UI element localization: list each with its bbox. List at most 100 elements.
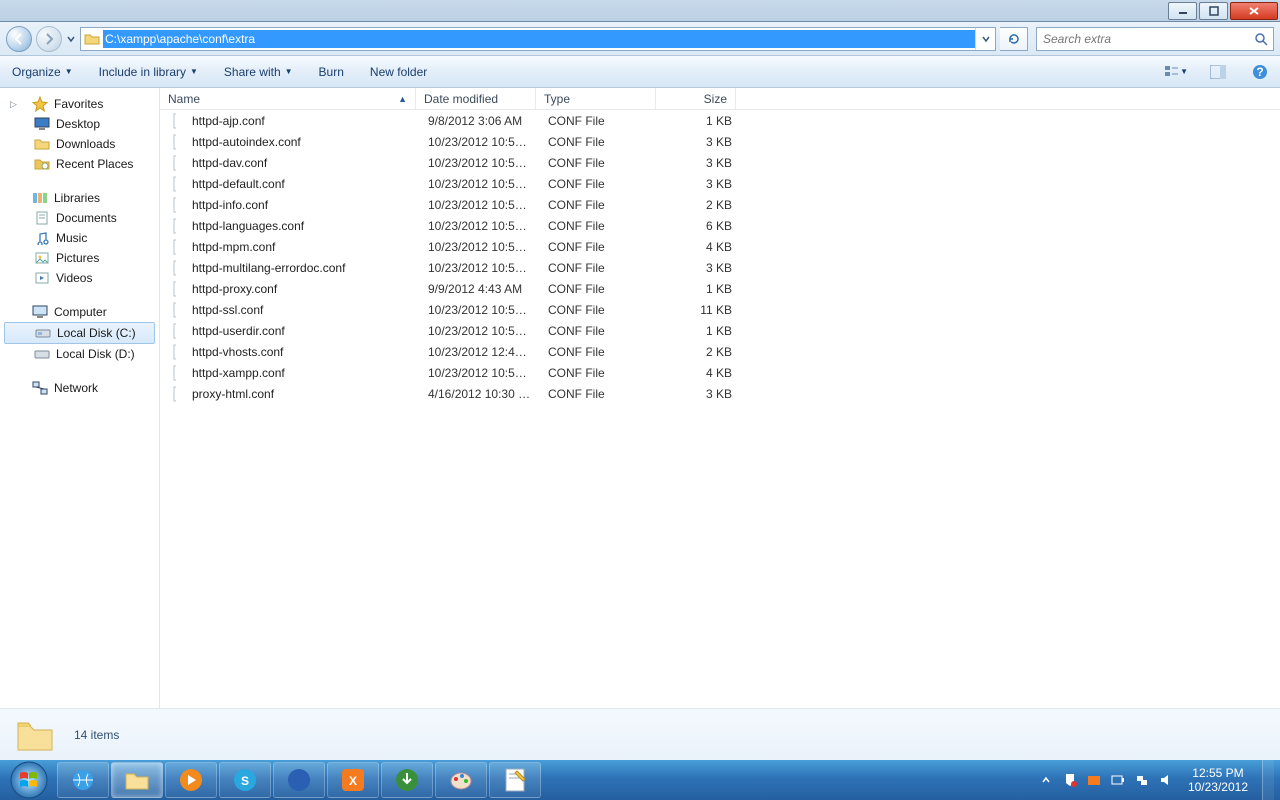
file-row[interactable]: httpd-languages.conf10/23/2012 10:55 ...… [160, 215, 1280, 236]
close-icon [1248, 6, 1260, 16]
burn-button[interactable]: Burn [315, 62, 348, 82]
window-titlebar [0, 0, 1280, 22]
new-folder-button[interactable]: New folder [366, 62, 431, 82]
search-icon[interactable] [1249, 32, 1273, 46]
minimize-button[interactable] [1168, 2, 1197, 20]
show-hidden-icons-button[interactable] [1038, 772, 1054, 788]
star-icon [32, 96, 48, 112]
file-row[interactable]: httpd-proxy.conf9/9/2012 4:43 AMCONF Fil… [160, 278, 1280, 299]
file-row[interactable]: httpd-xampp.conf10/23/2012 10:55 ...CONF… [160, 362, 1280, 383]
volume-icon[interactable] [1158, 772, 1174, 788]
share-with-button[interactable]: Share with▼ [220, 62, 297, 82]
favorites-header[interactable]: ▷ Favorites [0, 94, 159, 114]
file-type: CONF File [540, 345, 660, 359]
forward-button[interactable] [36, 26, 62, 52]
file-row[interactable]: httpd-multilang-errordoc.conf10/23/2012 … [160, 257, 1280, 278]
file-row[interactable]: httpd-ssl.conf10/23/2012 10:55 ...CONF F… [160, 299, 1280, 320]
file-icon [164, 386, 184, 402]
recent-places-icon [34, 156, 50, 172]
action-center-icon[interactable] [1062, 772, 1078, 788]
task-paint[interactable] [435, 762, 487, 798]
file-size: 6 KB [660, 219, 740, 233]
address-dropdown-icon[interactable] [975, 28, 995, 50]
task-xampp[interactable]: X [327, 762, 379, 798]
sidebar-item-documents[interactable]: Documents [0, 208, 159, 228]
file-row[interactable]: httpd-mpm.conf10/23/2012 10:55 ...CONF F… [160, 236, 1280, 257]
file-row[interactable]: proxy-html.conf4/16/2012 10:30 PMCONF Fi… [160, 383, 1280, 404]
maximize-button[interactable] [1199, 2, 1228, 20]
desktop-icon [34, 116, 50, 132]
file-icon [164, 176, 184, 192]
file-name: httpd-ssl.conf [184, 303, 420, 317]
file-type: CONF File [540, 261, 660, 275]
search-box[interactable] [1036, 27, 1274, 51]
sidebar-item-music[interactable]: Music [0, 228, 159, 248]
search-input[interactable] [1037, 32, 1249, 46]
column-header-name[interactable]: Name▲ [160, 88, 416, 109]
sidebar-item-downloads[interactable]: Downloads [0, 134, 159, 154]
address-path[interactable]: C:\xampp\apache\conf\extra [103, 30, 975, 48]
navigation-pane: ▷ Favorites Desktop Downloads Recent Pla… [0, 88, 160, 708]
column-header-type[interactable]: Type [536, 88, 656, 109]
sort-ascending-icon: ▲ [398, 94, 407, 104]
recent-locations-dropdown-icon[interactable] [66, 32, 76, 46]
sidebar-item-desktop[interactable]: Desktop [0, 114, 159, 134]
documents-icon [34, 210, 50, 226]
column-header-size[interactable]: Size [656, 88, 736, 109]
file-row[interactable]: httpd-info.conf10/23/2012 10:55 ...CONF … [160, 194, 1280, 215]
tray-app-icon[interactable] [1086, 772, 1102, 788]
file-type: CONF File [540, 303, 660, 317]
task-notepad[interactable] [489, 762, 541, 798]
computer-label: Computer [54, 305, 107, 319]
clock[interactable]: 12:55 PM 10/23/2012 [1182, 766, 1254, 794]
file-name: httpd-autoindex.conf [184, 135, 420, 149]
computer-header[interactable]: Computer [0, 302, 159, 322]
favorites-label: Favorites [54, 97, 103, 111]
file-row[interactable]: httpd-ajp.conf9/8/2012 3:06 AMCONF File1… [160, 110, 1280, 131]
column-header-date[interactable]: Date modified [416, 88, 536, 109]
idm-icon [394, 767, 420, 793]
network-header[interactable]: Network [0, 378, 159, 398]
taskbar: S X 12:55 PM 10/23/2012 [0, 760, 1280, 800]
include-in-library-button[interactable]: Include in library▼ [95, 62, 202, 82]
preview-pane-button[interactable] [1206, 60, 1230, 84]
network-tray-icon[interactable] [1134, 772, 1150, 788]
file-row[interactable]: httpd-dav.conf10/23/2012 10:55 ...CONF F… [160, 152, 1280, 173]
sidebar-item-videos[interactable]: Videos [0, 268, 159, 288]
file-icon [164, 344, 184, 360]
close-button[interactable] [1230, 2, 1278, 20]
view-options-button[interactable]: ▼ [1164, 60, 1188, 84]
task-idm[interactable] [381, 762, 433, 798]
task-firefox[interactable] [273, 762, 325, 798]
sidebar-item-pictures[interactable]: Pictures [0, 248, 159, 268]
task-explorer[interactable] [111, 762, 163, 798]
help-button[interactable]: ? [1248, 60, 1272, 84]
task-skype[interactable]: S [219, 762, 271, 798]
refresh-button[interactable] [1000, 27, 1028, 51]
organize-button[interactable]: Organize▼ [8, 62, 77, 82]
paint-icon [448, 767, 474, 793]
file-icon [164, 260, 184, 276]
firefox-icon [286, 767, 312, 793]
file-icon [164, 239, 184, 255]
back-button[interactable] [6, 26, 32, 52]
task-ie[interactable] [57, 762, 109, 798]
file-list[interactable]: httpd-ajp.conf9/8/2012 3:06 AMCONF File1… [160, 110, 1280, 708]
file-list-pane: Name▲ Date modified Type Size httpd-ajp.… [160, 88, 1280, 708]
sidebar-item-local-disk-d[interactable]: Local Disk (D:) [0, 344, 159, 364]
file-row[interactable]: httpd-default.conf10/23/2012 10:55 ...CO… [160, 173, 1280, 194]
sidebar-item-recent-places[interactable]: Recent Places [0, 154, 159, 174]
show-desktop-button[interactable] [1262, 760, 1274, 800]
file-row[interactable]: httpd-vhosts.conf10/23/2012 12:49 ...CON… [160, 341, 1280, 362]
task-media-player[interactable] [165, 762, 217, 798]
libraries-header[interactable]: Libraries [0, 188, 159, 208]
start-button[interactable] [2, 760, 56, 800]
power-icon[interactable] [1110, 772, 1126, 788]
wmp-icon [178, 767, 204, 793]
file-row[interactable]: httpd-userdir.conf10/23/2012 10:55 ...CO… [160, 320, 1280, 341]
file-row[interactable]: httpd-autoindex.conf10/23/2012 10:55 ...… [160, 131, 1280, 152]
sidebar-item-local-disk-c[interactable]: Local Disk (C:) [4, 322, 155, 344]
folder-icon [81, 32, 103, 46]
address-bar[interactable]: C:\xampp\apache\conf\extra [80, 27, 996, 51]
file-name: httpd-userdir.conf [184, 324, 420, 338]
